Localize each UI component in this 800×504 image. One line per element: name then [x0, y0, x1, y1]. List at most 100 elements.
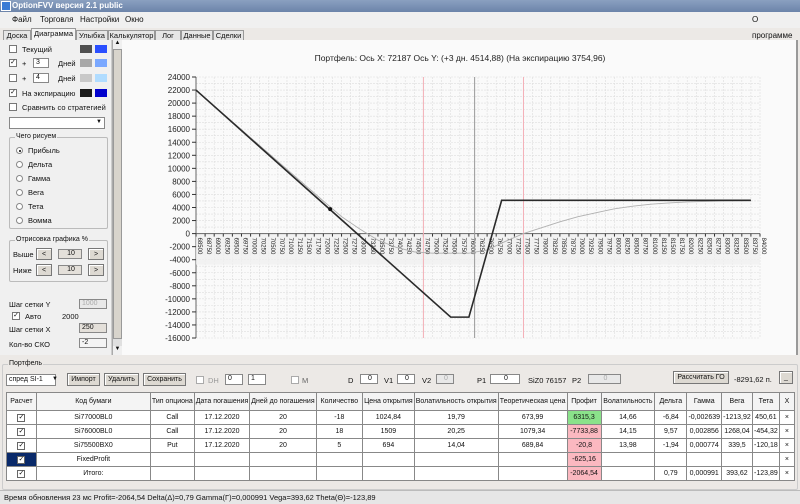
strategy-select[interactable]: [9, 117, 105, 129]
above-input[interactable]: 10: [58, 249, 82, 259]
scroll-down-icon[interactable]: ▼: [113, 346, 122, 355]
expiry-color-swatch[interactable]: [80, 89, 92, 97]
below-decrease-button[interactable]: <: [36, 264, 52, 276]
table-row[interactable]: ✓ FixedProfit -625,16 ×: [6, 452, 796, 467]
calc-go-button[interactable]: Рассчитать ГО: [673, 371, 729, 384]
plus1-color2-swatch[interactable]: [95, 59, 107, 67]
calc-checkbox[interactable]: ✓: [17, 441, 26, 450]
table-row[interactable]: ✓ Si76000BL0 Call 17.12.2020 20 18 1509 20,25 10…: [6, 424, 796, 439]
scroll-up-icon[interactable]: ▲: [113, 40, 122, 49]
menu-file[interactable]: Файл: [12, 12, 32, 28]
calc-checkbox-cell[interactable]: ✓: [6, 424, 37, 439]
plus2-checkbox[interactable]: [9, 74, 17, 82]
import-button[interactable]: Импорт: [67, 373, 100, 386]
auto-checkbox[interactable]: ✓: [12, 312, 20, 320]
radio-profit[interactable]: [16, 147, 23, 154]
save-button[interactable]: Сохранить: [143, 373, 186, 386]
chevron-down-icon[interactable]: ▼: [96, 119, 102, 125]
expiry-checkbox[interactable]: ✓: [9, 89, 17, 97]
column-header[interactable]: Количество: [315, 392, 364, 411]
spin1-input[interactable]: 0: [225, 374, 243, 385]
x-tick-label: 82000: [687, 238, 693, 255]
left-panel-scrollbar[interactable]: ▲ ▼: [112, 40, 122, 355]
plus1-checkbox[interactable]: ✓: [9, 59, 17, 67]
calc-checkbox-cell[interactable]: ✓: [6, 438, 37, 453]
delete-button[interactable]: Удалить: [104, 373, 139, 386]
x-tick-label: 71500: [305, 238, 311, 255]
below-label: Ниже: [13, 266, 32, 275]
column-header[interactable]: Теоретическая цена: [497, 392, 568, 411]
calc-checkbox-cell[interactable]: ✓: [6, 452, 37, 467]
d-input[interactable]: 0: [360, 374, 378, 384]
calc-checkbox[interactable]: ✓: [17, 455, 26, 464]
calc-checkbox[interactable]: ✓: [17, 427, 26, 436]
table-row[interactable]: ✓ Si77000BL0 Call 17.12.2020 20 -18 1024,84 19,…: [6, 410, 796, 425]
plus2-color-swatch[interactable]: [80, 74, 92, 82]
below-input[interactable]: 10: [58, 265, 82, 275]
column-header[interactable]: Дней до погашения: [249, 392, 317, 411]
column-header[interactable]: Цена открытия: [362, 392, 415, 411]
minimize-button[interactable]: _: [779, 371, 793, 384]
current-color-swatch[interactable]: [80, 45, 92, 53]
p2-input[interactable]: 0: [588, 374, 621, 384]
remove-row-button[interactable]: ×: [778, 466, 796, 481]
calc-checkbox[interactable]: ✓: [17, 469, 26, 478]
menu-window[interactable]: Окно: [125, 12, 144, 28]
grid-y-input[interactable]: 1000: [79, 299, 107, 309]
radio-vomma[interactable]: [16, 217, 23, 224]
table-row[interactable]: ✓ Итого: -2064,54 0,79 0,000991 393,62 -123,89…: [6, 466, 796, 481]
plus1-color-swatch[interactable]: [80, 59, 92, 67]
radio-vega[interactable]: [16, 189, 23, 196]
plus1-days-input[interactable]: 3: [33, 58, 49, 68]
above-decrease-button[interactable]: <: [36, 248, 52, 260]
column-header[interactable]: Гамма: [686, 392, 722, 411]
remove-row-button[interactable]: ×: [778, 452, 796, 467]
v1-input[interactable]: 0: [397, 374, 415, 384]
y-tick-label: -4000: [170, 256, 191, 265]
menu-settings[interactable]: Настройки: [80, 12, 119, 28]
table-cell: -0,002639: [686, 410, 722, 425]
sko-input[interactable]: -2: [79, 338, 107, 348]
radio-theta[interactable]: [16, 203, 23, 210]
column-header[interactable]: Расчет: [6, 392, 37, 411]
chevron-down-icon[interactable]: ▼: [52, 376, 58, 382]
radio-delta[interactable]: [16, 161, 23, 168]
column-header[interactable]: Дата погашения: [193, 392, 251, 411]
column-header[interactable]: Вега: [721, 392, 753, 411]
p1-input[interactable]: 0: [490, 374, 520, 384]
remove-row-button[interactable]: ×: [778, 424, 796, 439]
column-header[interactable]: X: [778, 392, 796, 411]
scroll-thumb[interactable]: [113, 49, 122, 339]
radio-gamma[interactable]: [16, 175, 23, 182]
remove-row-button[interactable]: ×: [778, 438, 796, 453]
column-header[interactable]: Волатильность открытия: [413, 392, 499, 411]
compare-checkbox[interactable]: [9, 103, 17, 111]
plus2-days-input[interactable]: 4: [33, 73, 49, 83]
table-row[interactable]: ✓ Si75500BX0 Put 17.12.2020 20 5 694 14,04 689,8…: [6, 438, 796, 453]
x-tick-label: 79750: [605, 238, 611, 255]
above-increase-button[interactable]: >: [88, 248, 104, 260]
current-color2-swatch[interactable]: [95, 45, 107, 53]
expiry-color2-swatch[interactable]: [95, 89, 107, 97]
calc-checkbox-cell[interactable]: ✓: [6, 466, 37, 481]
calc-checkbox-cell[interactable]: ✓: [6, 410, 37, 425]
below-increase-button[interactable]: >: [88, 264, 104, 276]
remove-row-button[interactable]: ×: [778, 410, 796, 425]
column-header[interactable]: Тип опциона: [149, 392, 195, 411]
calc-checkbox[interactable]: ✓: [17, 413, 26, 422]
grid-x-input[interactable]: 250: [79, 323, 107, 333]
v2-input[interactable]: 0: [436, 374, 454, 384]
plus2-color2-swatch[interactable]: [95, 74, 107, 82]
menu-trade[interactable]: Торговля: [40, 12, 73, 28]
current-checkbox[interactable]: [9, 45, 17, 53]
dh-checkbox[interactable]: [196, 376, 204, 384]
column-header[interactable]: Тета: [751, 392, 780, 411]
y-tick-label: 20000: [168, 99, 191, 108]
m-checkbox[interactable]: [291, 376, 299, 384]
column-header[interactable]: Дельта: [654, 392, 688, 411]
portfolio-select[interactable]: спред SI-1: [6, 374, 56, 386]
column-header[interactable]: Профит: [566, 392, 602, 411]
spin2-input[interactable]: 1: [248, 374, 266, 385]
column-header[interactable]: Код бумаги: [35, 392, 151, 411]
column-header[interactable]: Волатильность: [600, 392, 656, 411]
